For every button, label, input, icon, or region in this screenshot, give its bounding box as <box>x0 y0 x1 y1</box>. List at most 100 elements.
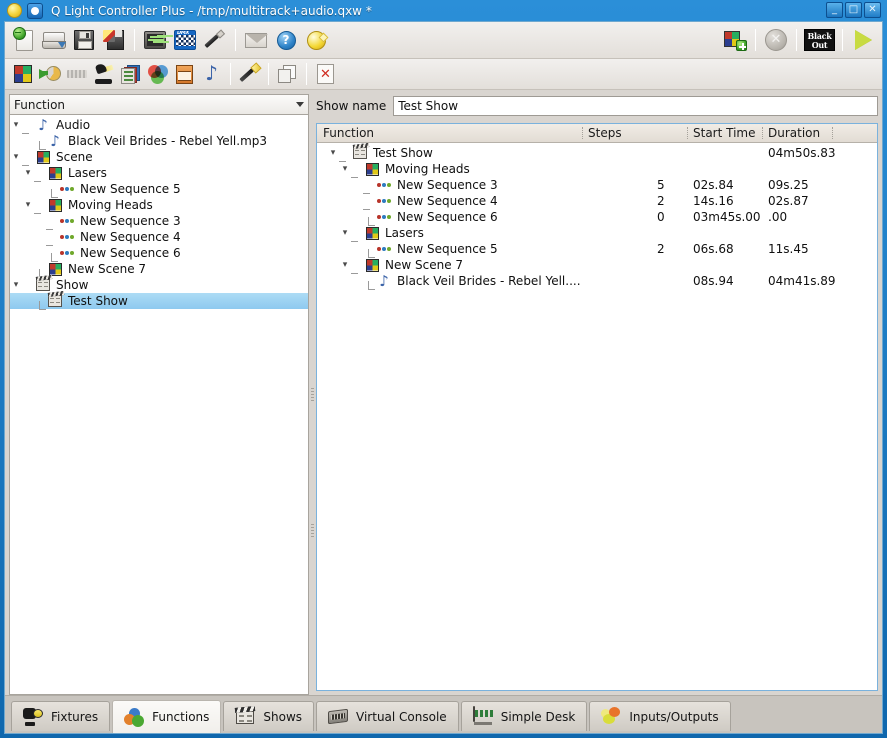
table-row[interactable]: ♪Black Veil Brides - Rebel Yell.... 08s.9… <box>317 273 877 289</box>
table-row[interactable]: ▾Moving Heads <box>317 161 877 177</box>
cell-function[interactable]: ▾New Scene 7 <box>317 257 582 273</box>
new-document-button[interactable] <box>9 26 39 55</box>
function-tree-item[interactable]: New Sequence 3 <box>10 213 308 229</box>
table-row[interactable]: New Sequence 3502s.8409s.25 <box>317 177 877 193</box>
column-divider[interactable] <box>687 127 688 139</box>
open-document-button[interactable] <box>39 26 69 55</box>
add-efx-button[interactable] <box>90 62 117 87</box>
column-header-duration[interactable]: Duration <box>762 124 832 142</box>
function-tree-item[interactable]: ▾Show <box>10 277 308 293</box>
expander-icon[interactable]: ▾ <box>327 145 339 161</box>
table-row[interactable]: New Sequence 5206s.6811s.45 <box>317 241 877 257</box>
cell-function[interactable]: New Sequence 6 <box>317 210 582 224</box>
column-divider[interactable] <box>582 127 583 139</box>
function-wizard-button[interactable] <box>236 62 263 87</box>
contact-button[interactable] <box>241 26 271 55</box>
expander-icon[interactable]: ▾ <box>10 149 22 165</box>
function-tree[interactable]: ▾♪Audio♪Black Veil Brides - Rebel Yell.m… <box>9 114 309 695</box>
add-fixture-button[interactable] <box>720 26 750 55</box>
show-name-input[interactable] <box>393 96 878 116</box>
add-video-button[interactable] <box>171 62 198 87</box>
clone-function-button[interactable] <box>274 62 301 87</box>
table-row[interactable]: ▾Lasers <box>317 225 877 241</box>
save-as-button[interactable] <box>99 26 129 55</box>
function-tree-item[interactable]: ♪Black Veil Brides - Rebel Yell.mp3 <box>10 133 308 149</box>
show-function-table[interactable]: FunctionStepsStart TimeDuration ▾Test Sh… <box>316 123 878 691</box>
maximize-button[interactable]: □ <box>845 2 862 18</box>
cell-function[interactable]: ▾Lasers <box>317 225 582 241</box>
function-type-combo[interactable]: Function <box>9 94 309 114</box>
cell-steps[interactable]: 2 <box>582 194 687 208</box>
expander-icon[interactable]: ▾ <box>339 225 351 241</box>
column-divider[interactable] <box>762 127 763 139</box>
column-header-steps[interactable]: Steps <box>582 124 687 142</box>
cell-function[interactable]: New Sequence 4 <box>317 194 582 208</box>
table-row[interactable]: New Sequence 4214s.1602s.87 <box>317 193 877 209</box>
cell-start-time[interactable]: 02s.84 <box>687 178 762 192</box>
function-tree-item[interactable]: New Sequence 5 <box>10 181 308 197</box>
tab-shows[interactable]: Shows <box>223 701 314 731</box>
help-button[interactable]: ? <box>271 26 301 55</box>
add-chaser-button[interactable] <box>36 62 63 87</box>
cell-duration[interactable]: 04m50s.83 <box>762 146 832 160</box>
cell-function[interactable]: New Sequence 3 <box>317 178 582 192</box>
function-tree-item[interactable]: ▾Scene <box>10 149 308 165</box>
cell-duration[interactable]: 11s.45 <box>762 242 832 256</box>
expander-icon[interactable]: ▾ <box>10 277 22 293</box>
cell-function[interactable]: ▾Test Show <box>317 145 582 161</box>
tab-virtual-console[interactable]: Virtual Console <box>316 701 459 731</box>
cell-duration[interactable]: .00 <box>762 210 832 224</box>
expander-icon[interactable]: ▾ <box>339 257 351 273</box>
panel-splitter[interactable] <box>309 94 316 695</box>
tab-inputs-outputs[interactable]: Inputs/Outputs <box>589 701 730 731</box>
cell-steps[interactable]: 2 <box>582 242 687 256</box>
function-tree-item[interactable]: New Sequence 6 <box>10 245 308 261</box>
expander-icon[interactable]: ▾ <box>339 161 351 177</box>
function-tree-item[interactable]: New Scene 7 <box>10 261 308 277</box>
function-tree-item[interactable]: New Sequence 4 <box>10 229 308 245</box>
cell-steps[interactable]: 0 <box>582 210 687 224</box>
table-row[interactable]: New Sequence 6003m45s.00.00 <box>317 209 877 225</box>
tab-simple-desk[interactable]: Simple Desk <box>461 701 588 731</box>
table-row[interactable]: ▾New Scene 7 <box>317 257 877 273</box>
save-document-button[interactable] <box>69 26 99 55</box>
expander-icon[interactable]: ▾ <box>10 117 22 133</box>
add-collection-button[interactable] <box>117 62 144 87</box>
cell-start-time[interactable]: 03m45s.00 <box>687 210 762 224</box>
cell-duration[interactable]: 04m41s.89 <box>762 274 832 288</box>
table-row[interactable]: ▾Test Show 04m50s.83 <box>317 145 877 161</box>
function-tree-item[interactable]: ▾♪Audio <box>10 117 308 133</box>
function-tree-item[interactable]: ▾Lasers <box>10 165 308 181</box>
function-tree-item[interactable]: Test Show <box>10 293 308 309</box>
delete-function-button[interactable] <box>312 62 339 87</box>
live-edit-button[interactable] <box>200 26 230 55</box>
cell-function[interactable]: ▾Moving Heads <box>317 161 582 177</box>
dmx-addresses-button[interactable]: DMX <box>170 26 200 55</box>
cell-duration[interactable]: 09s.25 <box>762 178 832 192</box>
cell-start-time[interactable]: 06s.68 <box>687 242 762 256</box>
expander-icon[interactable]: ▾ <box>22 197 34 213</box>
add-scene-button[interactable] <box>9 62 36 87</box>
cell-function[interactable]: New Sequence 5 <box>317 242 582 256</box>
cell-steps[interactable]: 5 <box>582 178 687 192</box>
dmx-monitor-button[interactable] <box>140 26 170 55</box>
add-rgb-matrix-button[interactable] <box>144 62 171 87</box>
cell-duration[interactable]: 02s.87 <box>762 194 832 208</box>
add-audio-button[interactable]: ♪ <box>198 62 225 87</box>
cell-start-time[interactable]: 14s.16 <box>687 194 762 208</box>
blackout-button[interactable]: Black Out <box>802 26 837 55</box>
cell-start-time[interactable]: 08s.94 <box>687 274 762 288</box>
table-body[interactable]: ▾Test Show04m50s.83▾Moving HeadsNew Sequ… <box>317 143 877 690</box>
tab-fixtures[interactable]: Fixtures <box>11 701 110 731</box>
cell-function[interactable]: ♪Black Veil Brides - Rebel Yell.... <box>317 274 582 288</box>
stop-all-button[interactable]: ✕ <box>761 26 791 55</box>
minimize-button[interactable]: _ <box>826 2 843 18</box>
expander-icon[interactable]: ▾ <box>22 165 34 181</box>
about-button[interactable] <box>301 26 331 55</box>
function-tree-item[interactable]: ▾Moving Heads <box>10 197 308 213</box>
column-header-start_time[interactable]: Start Time <box>687 124 762 142</box>
column-header-function[interactable]: Function <box>317 124 582 142</box>
operate-mode-button[interactable] <box>848 26 878 55</box>
tab-functions[interactable]: Functions <box>112 700 221 733</box>
column-divider[interactable] <box>832 127 833 139</box>
